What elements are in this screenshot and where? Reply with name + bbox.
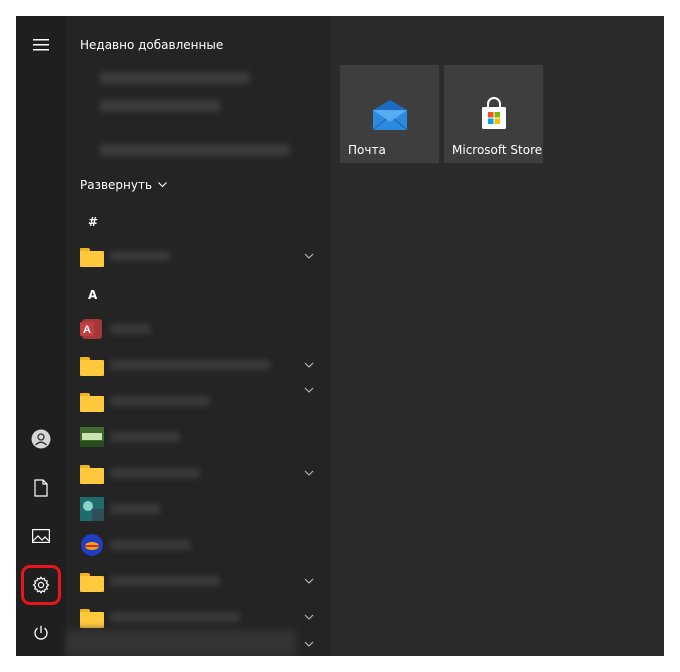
documents-button[interactable] <box>16 468 66 508</box>
blurred-label <box>110 360 270 370</box>
folder-icon <box>80 244 104 268</box>
folder-icon <box>80 605 104 629</box>
blurred-label <box>110 504 160 514</box>
chevron-down-icon[interactable] <box>303 611 315 623</box>
list-item-blurred <box>66 630 296 656</box>
list-item[interactable] <box>66 566 331 596</box>
document-icon <box>34 479 48 497</box>
access-icon: A <box>80 317 104 341</box>
blurred-label <box>110 251 170 261</box>
group-header-a[interactable]: A <box>88 288 97 302</box>
expand-menu-button[interactable] <box>16 25 66 65</box>
chevron-down-icon[interactable] <box>303 467 315 479</box>
recently-added-title: Недавно добавленные <box>80 38 224 52</box>
folder-icon <box>80 353 104 377</box>
folder-icon <box>80 389 104 413</box>
blurred-label <box>110 540 190 550</box>
expand-button[interactable]: Развернуть <box>80 178 167 192</box>
tile-mail-label: Почта <box>348 143 386 157</box>
chevron-down-icon[interactable] <box>303 384 315 396</box>
gear-icon <box>32 576 50 594</box>
settings-button[interactable] <box>16 565 66 605</box>
blurred-label <box>110 396 210 406</box>
chevron-down-icon[interactable] <box>303 250 315 262</box>
svg-text:A: A <box>83 324 91 336</box>
list-item[interactable] <box>66 350 331 380</box>
chevron-down-icon[interactable] <box>303 575 315 587</box>
blurred-label <box>110 576 220 586</box>
chevron-down-icon[interactable] <box>303 359 315 371</box>
expand-label: Развернуть <box>80 178 153 192</box>
user-account-button[interactable] <box>16 419 66 459</box>
list-item[interactable] <box>66 386 331 416</box>
globe-icon <box>80 533 104 557</box>
list-item[interactable] <box>66 241 331 271</box>
power-icon <box>34 625 48 640</box>
tile-store-label: Microsoft Store <box>452 143 543 157</box>
list-item[interactable]: A <box>66 314 331 344</box>
hamburger-icon <box>33 39 49 51</box>
recent-item-blurred <box>100 100 220 112</box>
recent-item-blurred <box>100 72 250 84</box>
store-icon <box>482 97 506 129</box>
group-header-hash[interactable]: # <box>88 215 98 229</box>
folder-icon <box>80 569 104 593</box>
app-icon <box>80 497 104 521</box>
mail-icon <box>372 100 408 131</box>
list-item[interactable] <box>66 458 331 488</box>
blurred-label <box>110 612 240 622</box>
pictures-button[interactable] <box>16 516 66 556</box>
start-rail <box>16 16 66 656</box>
chevron-down-icon[interactable] <box>303 638 315 650</box>
start-menu: Недавно добавленные Развернуть # A A Поч… <box>16 16 664 656</box>
blurred-label <box>110 432 180 442</box>
chevron-down-icon <box>158 182 167 188</box>
app-list: Недавно добавленные Развернуть # A A <box>66 16 331 656</box>
blurred-label <box>110 468 200 478</box>
game-icon <box>80 425 104 449</box>
user-icon <box>31 429 51 449</box>
power-button[interactable] <box>16 613 66 653</box>
tile-microsoft-store[interactable]: Microsoft Store <box>444 65 543 163</box>
pictures-icon <box>32 529 50 543</box>
folder-icon <box>80 461 104 485</box>
tile-mail[interactable]: Почта <box>340 65 439 163</box>
blurred-label <box>110 324 150 334</box>
recent-item-blurred <box>100 144 290 156</box>
list-item[interactable] <box>66 530 331 560</box>
list-item[interactable] <box>66 422 331 452</box>
list-item[interactable] <box>66 494 331 524</box>
list-item[interactable] <box>66 602 331 632</box>
